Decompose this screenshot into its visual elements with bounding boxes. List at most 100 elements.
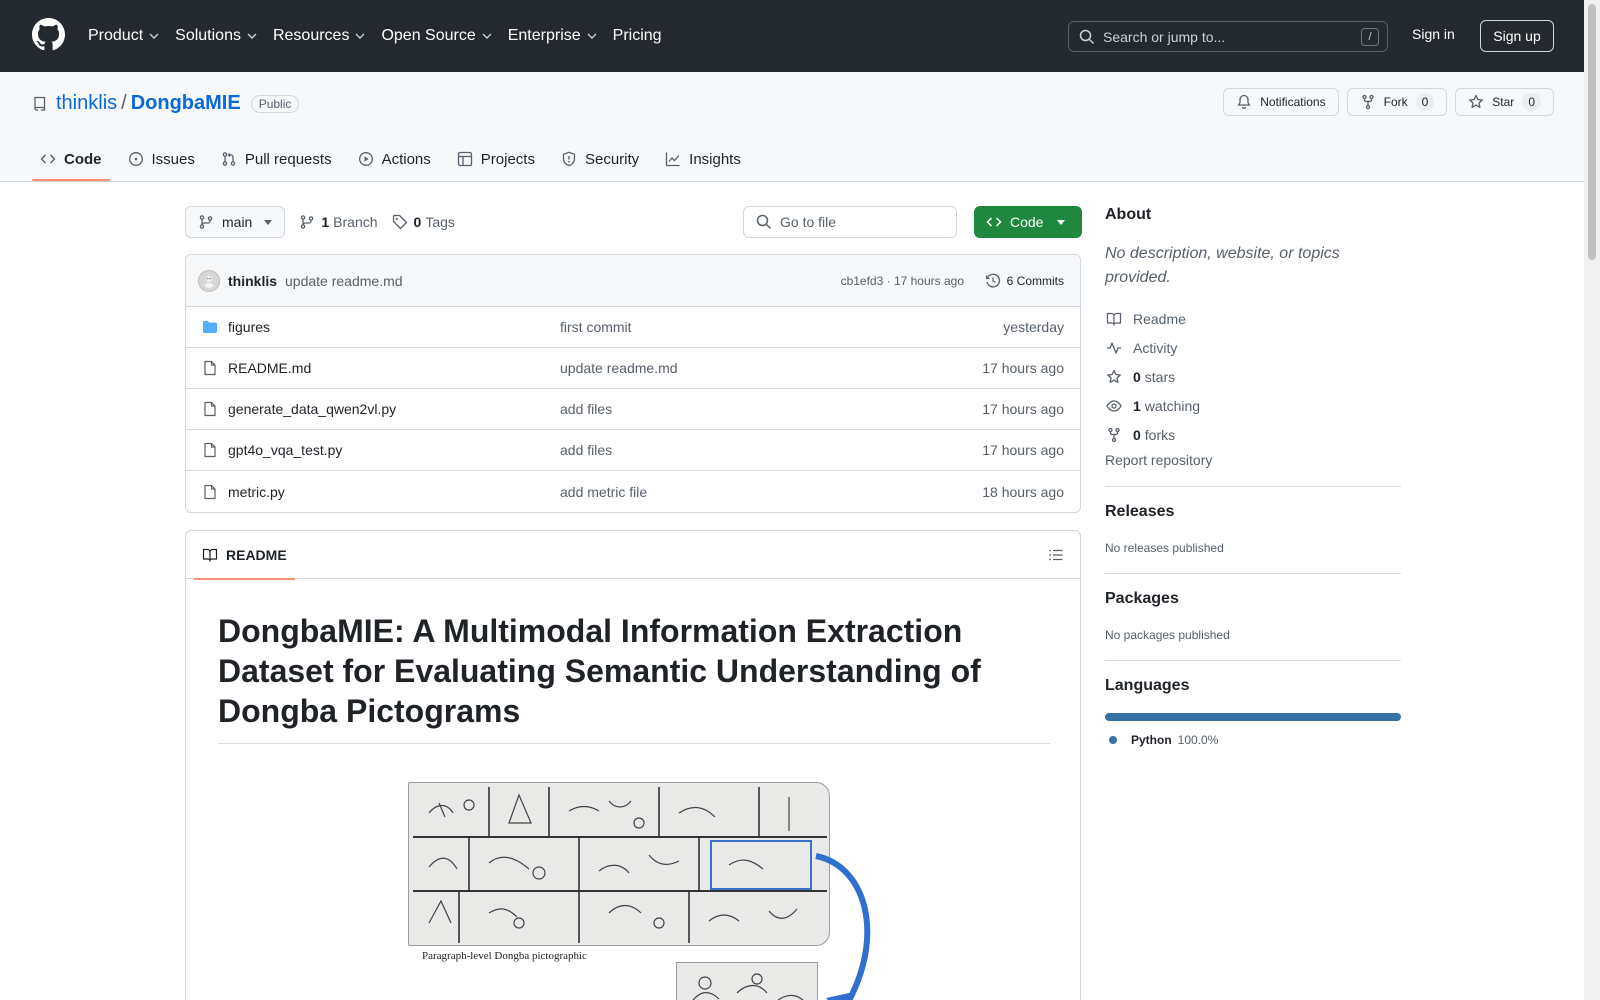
book-icon (202, 548, 218, 562)
tab-security[interactable]: Security (553, 140, 647, 178)
fork-label: Fork (1383, 95, 1408, 109)
file-name-link[interactable]: generate_data_qwen2vl.py (228, 401, 396, 417)
sign-in-link[interactable]: Sign in (1412, 26, 1455, 42)
divider (1105, 660, 1401, 661)
file-commit-link[interactable]: add files (560, 442, 612, 458)
fork-button[interactable]: Fork 0 (1346, 88, 1448, 116)
file-row[interactable]: generate_data_qwen2vl.py add files 17 ho… (186, 389, 1080, 430)
nav-pricing[interactable]: Pricing (613, 27, 662, 45)
shield-icon (562, 151, 576, 167)
nav-product[interactable]: Product (88, 27, 159, 45)
repo-actions: Notifications Fork 0 Star 0 (1215, 88, 1554, 116)
tab-label: Code (64, 150, 102, 168)
tab-insights[interactable]: Insights (657, 140, 749, 178)
star-count: 0 (1522, 93, 1541, 111)
sidebar-item-label: Activity (1133, 339, 1178, 356)
cropped-pictogram-image (676, 962, 818, 1000)
file-commit-link[interactable]: add metric file (560, 484, 647, 500)
file-row[interactable]: figures first commit yesterday (186, 307, 1080, 348)
sidebar-item-stars[interactable]: 0 stars (1105, 362, 1401, 391)
about-description: No description, website, or topics provi… (1105, 245, 1340, 286)
tab-code[interactable]: Code (32, 140, 110, 181)
tab-issues[interactable]: Issues (120, 140, 203, 178)
list-unordered-icon[interactable] (1048, 547, 1064, 563)
nav-label: Product (88, 27, 144, 44)
repo-name-link[interactable]: DongbaMIE (131, 92, 241, 115)
file-icon (204, 360, 216, 376)
commit-meta[interactable]: cb1efd3 · 17 hours ago (841, 274, 964, 288)
nav-resources[interactable]: Resources (273, 27, 365, 45)
file-row[interactable]: README.md update readme.md 17 hours ago (186, 348, 1080, 389)
packages-heading[interactable]: Packages (1105, 590, 1401, 608)
file-commit-link[interactable]: update readme.md (560, 360, 678, 376)
file-row[interactable]: gpt4o_vqa_test.py add files 17 hours ago (186, 430, 1080, 471)
branch-selector[interactable]: main (185, 206, 286, 238)
file-row[interactable]: metric.py add metric file 18 hours ago (186, 471, 1080, 512)
tab-pull-requests[interactable]: Pull requests (213, 140, 340, 178)
nav-solutions[interactable]: Solutions (175, 27, 257, 45)
tab-projects[interactable]: Projects (449, 140, 543, 178)
avatar[interactable] (198, 269, 220, 292)
sidebar-item-watching[interactable]: 1 watching (1105, 391, 1401, 420)
file-name-link[interactable]: figures (228, 319, 270, 335)
file-name-link[interactable]: metric.py (228, 484, 285, 500)
code-dropdown-button[interactable]: Code (974, 206, 1082, 238)
releases-heading[interactable]: Releases (1105, 503, 1401, 521)
tab-label: Issues (151, 150, 195, 168)
star-label: Star (1492, 95, 1515, 109)
chevron-down-icon (587, 33, 597, 39)
chevron-down-icon (482, 33, 492, 39)
file-time: 17 hours ago (982, 442, 1064, 458)
scrollbar-thumb[interactable] (1588, 4, 1596, 260)
file-name-link[interactable]: gpt4o_vqa_test.py (228, 442, 342, 458)
nav-label: Enterprise (507, 27, 581, 44)
sidebar-item-readme[interactable]: Readme (1105, 304, 1401, 333)
file-name-link[interactable]: README.md (228, 360, 311, 376)
search-shortcut-key: / (1361, 28, 1379, 46)
sign-up-button[interactable]: Sign up (1480, 20, 1554, 52)
fork-icon (1361, 94, 1374, 110)
notifications-button[interactable]: Notifications (1223, 88, 1339, 116)
sidebar-item-forks[interactable]: 0 forks (1105, 420, 1401, 449)
nav-open-source[interactable]: Open Source (381, 27, 492, 45)
commit-author-link[interactable]: thinklis (228, 273, 277, 289)
file-browser: thinklis update readme.md cb1efd3 · 17 h… (185, 254, 1081, 513)
branches-link[interactable]: 1 Branch (299, 214, 378, 230)
sidebar-item-label: watching (1144, 397, 1201, 414)
sidebar-item-label: forks (1144, 426, 1176, 443)
go-to-file-input[interactable]: Go to file (743, 206, 957, 238)
visibility-badge: Public (250, 94, 300, 113)
page-scrollbar[interactable] (1584, 0, 1600, 1000)
readme-tab-label: README (226, 547, 287, 563)
search-icon (1079, 29, 1095, 44)
sidebar-item-activity[interactable]: Activity (1105, 333, 1401, 362)
branch-label: Branch (333, 214, 378, 230)
file-time: yesterday (1003, 319, 1064, 335)
tab-actions[interactable]: Actions (350, 140, 439, 178)
pulse-icon (1107, 341, 1121, 354)
play-icon (358, 152, 373, 166)
file-commit-link[interactable]: add files (560, 401, 612, 417)
language-name: Python (1131, 733, 1172, 747)
star-button[interactable]: Star 0 (1455, 88, 1554, 116)
star-icon (1469, 94, 1484, 108)
figure-caption: Paragraph-level Dongba pictographic (422, 950, 587, 962)
github-logo-icon[interactable] (32, 18, 65, 51)
report-repository-link[interactable]: Report repository (1105, 452, 1401, 468)
file-time: 17 hours ago (982, 401, 1064, 417)
tab-label: Insights (689, 150, 741, 168)
commits-history-link[interactable]: 6 Commits (985, 273, 1064, 289)
tags-link[interactable]: 0 Tags (392, 214, 455, 230)
nav-enterprise[interactable]: Enterprise (508, 27, 597, 45)
nav-label: Resources (272, 27, 350, 44)
commit-message-link[interactable]: update readme.md (285, 273, 403, 289)
global-search-input[interactable]: Search or jump to... / (1068, 21, 1388, 52)
file-commit-link[interactable]: first commit (560, 319, 632, 335)
readme-tab[interactable]: README (194, 531, 295, 580)
code-button-label: Code (1010, 214, 1044, 230)
main-content: main 1 Branch 0 Tags Go to file Code thi… (185, 206, 1082, 1000)
bell-icon (1237, 94, 1251, 110)
fork-count: 0 (1415, 93, 1435, 111)
repo-owner-link[interactable]: thinklis (56, 92, 117, 115)
language-item[interactable]: Python 100.0% (1109, 733, 1401, 747)
